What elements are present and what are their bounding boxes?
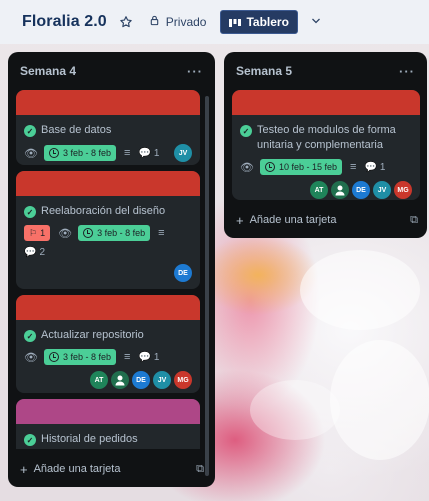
complete-check-icon[interactable]: ✓ bbox=[24, 434, 36, 446]
avatar[interactable]: DE bbox=[174, 264, 192, 282]
watch-icon: 👁 bbox=[58, 227, 73, 240]
clock-icon bbox=[48, 148, 59, 158]
comments-count: 1 bbox=[153, 147, 160, 159]
list-title[interactable]: Semana 5 bbox=[236, 64, 292, 78]
user-icon bbox=[335, 185, 345, 196]
card-base-de-datos[interactable]: ✓ Base de datos 👁 3 feb - 8 feb ≡ 💬 1 JV bbox=[16, 90, 200, 165]
avatar[interactable] bbox=[111, 371, 129, 389]
avatar[interactable]: MG bbox=[174, 371, 192, 389]
watch-icon: 👁 bbox=[24, 351, 38, 364]
due-date-text: 3 feb - 8 feb bbox=[97, 228, 146, 238]
complete-check-icon[interactable]: ✓ bbox=[24, 206, 36, 218]
plus-icon: + bbox=[236, 212, 244, 228]
add-card-button[interactable]: + Añade una tarjeta ⧉ bbox=[236, 209, 418, 231]
complete-check-icon[interactable]: ✓ bbox=[24, 330, 36, 342]
chevron-down-icon[interactable] bbox=[310, 14, 322, 30]
star-icon[interactable] bbox=[119, 15, 133, 29]
board-header: Floralia 2.0 Privado Tablero bbox=[0, 0, 429, 44]
avatar[interactable]: JV bbox=[153, 371, 171, 389]
description-icon: ≡ bbox=[124, 147, 131, 159]
visibility-label: Privado bbox=[165, 15, 207, 29]
board-view-label: Tablero bbox=[246, 15, 289, 29]
card-historial-pedidos[interactable]: ✓ Historial de pedidos bbox=[16, 399, 200, 449]
avatar[interactable]: JV bbox=[373, 181, 391, 199]
complete-check-icon[interactable]: ✓ bbox=[240, 125, 252, 137]
flag-count: 1 bbox=[40, 228, 46, 238]
card-cover bbox=[232, 90, 420, 115]
card-title: Testeo de modulos de forma unitaria y co… bbox=[257, 124, 396, 151]
clock-icon bbox=[48, 352, 59, 362]
due-date-text: 10 feb - 15 feb bbox=[278, 162, 338, 172]
avatar[interactable]: MG bbox=[394, 181, 412, 199]
comment-icon: 💬 bbox=[24, 247, 37, 258]
description-icon: ≡ bbox=[350, 161, 357, 173]
watch-icon: 👁 bbox=[240, 161, 254, 174]
due-date-text: 3 feb - 8 feb bbox=[62, 148, 112, 158]
avatar[interactable]: AT bbox=[310, 181, 328, 199]
card-reelaboracion-diseno[interactable]: ✓ Reelaboración del diseño ⚐ 1 👁 3 feb -… bbox=[16, 171, 200, 289]
avatar[interactable] bbox=[331, 181, 349, 199]
card-cover bbox=[16, 90, 200, 115]
avatar[interactable]: JV bbox=[174, 144, 192, 162]
avatar[interactable]: DE bbox=[352, 181, 370, 199]
list-title[interactable]: Semana 4 bbox=[20, 64, 76, 78]
card-cover bbox=[16, 171, 200, 196]
add-card-label: Añade una tarjeta bbox=[249, 214, 337, 226]
label-badge: ⚐ 1 bbox=[24, 225, 51, 241]
card-cover bbox=[16, 399, 200, 424]
card-title: Historial de pedidos bbox=[41, 433, 138, 445]
comments-count: 1 bbox=[153, 351, 160, 363]
watch-icon: 👁 bbox=[24, 147, 38, 160]
card-title: Actualizar repositorio bbox=[41, 329, 144, 341]
card-title: Reelaboración del diseño bbox=[41, 205, 166, 217]
description-icon: ≡ bbox=[124, 351, 131, 363]
list-semana-4: Semana 4 ··· ✓ Base de datos 👁 3 feb - 8… bbox=[8, 52, 215, 487]
due-date-badge[interactable]: 3 feb - 8 feb bbox=[43, 349, 117, 365]
template-icon[interactable]: ⧉ bbox=[410, 214, 418, 227]
description-icon: ≡ bbox=[158, 227, 165, 239]
comments-badge: 💬 2 bbox=[24, 247, 45, 258]
flag-icon: ⚐ bbox=[29, 227, 38, 238]
list-header: Semana 5 ··· bbox=[224, 52, 427, 90]
due-date-badge[interactable]: 3 feb - 8 feb bbox=[78, 225, 151, 241]
add-card-button[interactable]: + Añade una tarjeta ⧉ bbox=[20, 458, 204, 480]
add-card-label: Añade una tarjeta bbox=[33, 463, 121, 475]
due-date-badge[interactable]: 10 feb - 15 feb bbox=[259, 159, 343, 175]
due-date-badge[interactable]: 3 feb - 8 feb bbox=[43, 145, 117, 161]
clock-icon bbox=[83, 228, 94, 238]
comments-count: 1 bbox=[379, 161, 386, 173]
list-menu-button[interactable]: ··· bbox=[399, 64, 415, 79]
board-title[interactable]: Floralia 2.0 bbox=[22, 13, 107, 31]
list-menu-button[interactable]: ··· bbox=[187, 64, 203, 79]
template-icon[interactable]: ⧉ bbox=[196, 463, 204, 476]
card-cover bbox=[16, 295, 200, 320]
due-date-text: 3 feb - 8 feb bbox=[62, 352, 112, 362]
comments-count: 2 bbox=[39, 247, 46, 258]
avatar[interactable]: DE bbox=[132, 371, 150, 389]
comment-icon: 💬 bbox=[138, 147, 151, 159]
card-testeo-modulos[interactable]: ✓ Testeo de modulos de forma unitaria y … bbox=[232, 90, 420, 200]
plus-icon: + bbox=[20, 461, 28, 477]
complete-check-icon[interactable]: ✓ bbox=[24, 125, 36, 137]
comments-badge: 💬 1 bbox=[364, 162, 385, 173]
comments-badge: 💬 1 bbox=[138, 148, 159, 159]
card-title: Base de datos bbox=[41, 124, 112, 136]
user-icon bbox=[115, 375, 125, 386]
visibility-button[interactable]: Privado bbox=[149, 15, 207, 29]
card-actualizar-repositorio[interactable]: ✓ Actualizar repositorio 👁 3 feb - 8 feb… bbox=[16, 295, 200, 393]
comment-icon: 💬 bbox=[364, 161, 377, 173]
people-icon bbox=[149, 15, 160, 29]
board-view-icon bbox=[229, 17, 242, 27]
board-view-button[interactable]: Tablero bbox=[220, 10, 298, 34]
avatar[interactable]: AT bbox=[90, 371, 108, 389]
list-semana-5: Semana 5 ··· ✓ Testeo de modulos de form… bbox=[224, 52, 427, 238]
comment-icon: 💬 bbox=[138, 351, 151, 363]
list-scrollbar[interactable] bbox=[205, 96, 209, 476]
comments-badge: 💬 1 bbox=[138, 352, 159, 363]
list-header: Semana 4 ··· bbox=[8, 52, 215, 90]
clock-icon bbox=[264, 162, 275, 172]
